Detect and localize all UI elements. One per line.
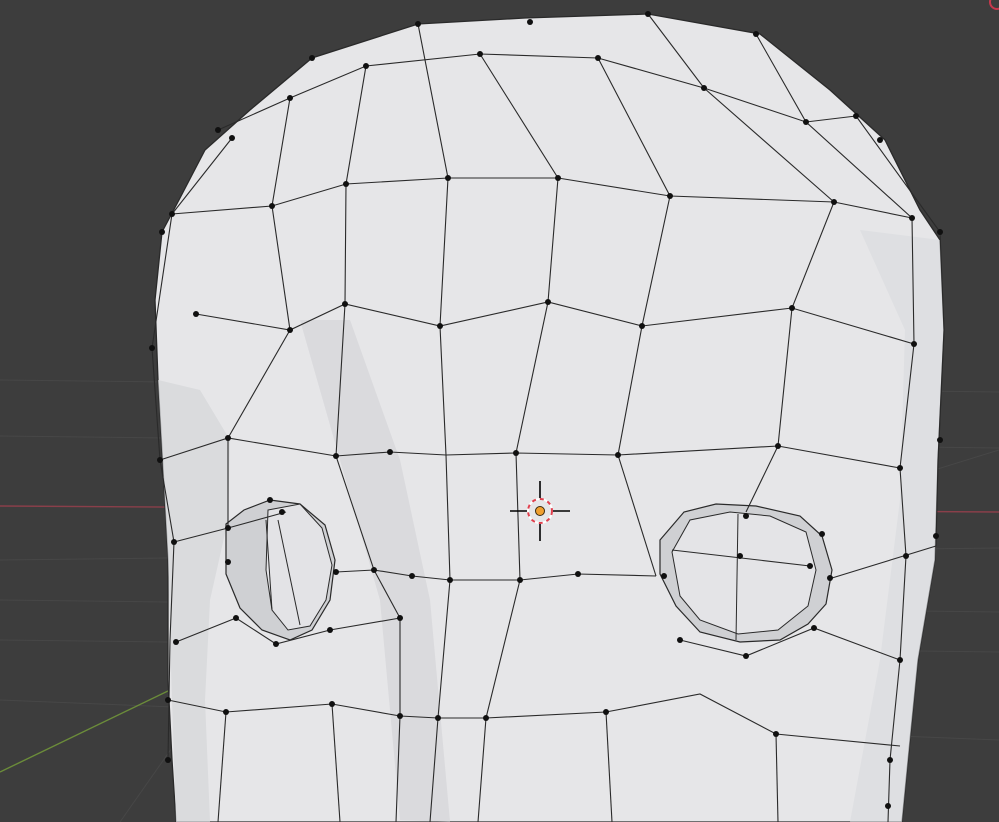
head-mesh[interactable] <box>149 11 945 822</box>
object-origin-icon <box>535 506 545 516</box>
mesh-body[interactable] <box>154 13 945 822</box>
viewport-canvas[interactable] <box>0 0 999 822</box>
3d-viewport[interactable] <box>0 0 999 822</box>
